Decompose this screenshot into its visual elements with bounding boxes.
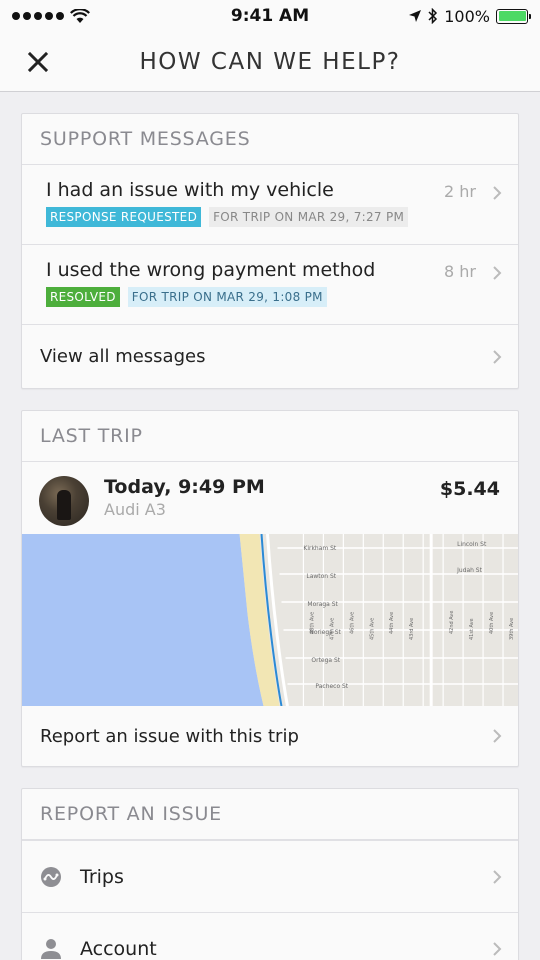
map-avenue-label: 40th Ave [489, 612, 495, 634]
status-badge: RESOLVED [46, 287, 120, 307]
map-avenue-label: 46th Ave [349, 612, 355, 634]
last-trip-card: LAST TRIP Today, 9:49 PM Audi A3 $5.44 K… [21, 410, 519, 767]
person-icon [41, 938, 61, 959]
map-street-label: Lawton St [306, 573, 336, 580]
map-street-label: Ortega St [311, 657, 340, 664]
message-tags: RESOLVED FOR TRIP ON MAR 29, 1:08 PM [46, 287, 500, 307]
status-right: 100% [408, 6, 531, 26]
support-messages-card: SUPPORT MESSAGES I had an issue with my … [21, 113, 519, 389]
trip-route-icon [41, 866, 61, 887]
issue-category-trips[interactable]: Trips [22, 840, 518, 912]
signal-strength-icon [12, 12, 64, 20]
map-street-label: Moraga St [307, 601, 338, 608]
map-avenue-label: 41st Ave [469, 618, 475, 640]
map-street-label: Kirkham St [303, 545, 336, 552]
report-trip-issue-label: Report an issue with this trip [40, 725, 299, 747]
trip-badge: FOR TRIP ON MAR 29, 1:08 PM [127, 287, 327, 307]
message-tags: RESPONSE REQUESTED FOR TRIP ON MAR 29, 7… [46, 207, 500, 227]
message-time: 8 hr [444, 262, 476, 281]
support-messages-header: SUPPORT MESSAGES [22, 114, 518, 165]
avatar [39, 476, 89, 526]
report-issue-card: REPORT AN ISSUE Trips Account [21, 788, 519, 960]
trip-time: Today, 9:49 PM [104, 476, 265, 498]
issue-category-label: Trips [80, 865, 124, 888]
view-all-messages-link[interactable]: View all messages [22, 325, 518, 388]
support-message-item[interactable]: I had an issue with my vehicle 2 hr RESP… [22, 165, 518, 245]
chevron-right-icon [493, 350, 502, 364]
close-icon[interactable] [24, 48, 52, 76]
message-title: I used the wrong payment method [46, 259, 376, 281]
map-avenue-label: 43rd Ave [409, 618, 415, 640]
issue-category-account[interactable]: Account [22, 912, 518, 960]
trip-map[interactable]: Kirkham St Lawton St Moraga St Noriega S… [22, 534, 518, 706]
map-street-label: Lincoln St [457, 541, 487, 548]
status-left [12, 8, 90, 24]
report-trip-issue-link[interactable]: Report an issue with this trip [22, 706, 518, 766]
map-street-label: Pacheco St [315, 683, 348, 690]
trip-vehicle: Audi A3 [104, 500, 166, 519]
page-title: HOW CAN WE HELP? [139, 48, 401, 75]
trip-price: $5.44 [439, 478, 500, 500]
map-street-label: Judah St [456, 567, 482, 574]
chevron-right-icon [493, 870, 502, 884]
map-avenue-label: 44th Ave [389, 612, 395, 634]
location-arrow-icon [409, 10, 422, 22]
support-message-item[interactable]: I used the wrong payment method 8 hr RES… [22, 245, 518, 325]
map-avenue-label: 42nd Ave [449, 611, 455, 634]
message-title: I had an issue with my vehicle [46, 179, 334, 201]
chevron-right-icon [493, 942, 502, 956]
battery-percent: 100% [444, 6, 490, 26]
view-all-label: View all messages [40, 346, 206, 367]
wifi-icon [70, 8, 90, 23]
map-avenue-label: 47th Ave [329, 618, 335, 640]
report-issue-header: REPORT AN ISSUE [22, 789, 518, 840]
map-avenue-label: 45th Ave [369, 618, 375, 640]
trip-badge: FOR TRIP ON MAR 29, 7:27 PM [209, 207, 409, 227]
message-time: 2 hr [444, 182, 476, 201]
last-trip-header: LAST TRIP [22, 411, 518, 462]
chevron-right-icon [493, 729, 502, 743]
chevron-right-icon [493, 186, 502, 200]
status-bar: 9:41 AM 100% [0, 0, 540, 32]
map-avenue-label: 48th Ave [309, 612, 315, 634]
trip-summary[interactable]: Today, 9:49 PM Audi A3 $5.44 [22, 462, 518, 534]
trip-info: Today, 9:49 PM Audi A3 [104, 476, 265, 519]
issue-category-label: Account [80, 937, 157, 960]
map-avenue-label: 39th Ave [509, 618, 515, 640]
battery-icon [496, 8, 531, 24]
header: HOW CAN WE HELP? [0, 32, 540, 92]
chevron-right-icon [493, 266, 502, 280]
bluetooth-icon [428, 8, 438, 24]
status-badge: RESPONSE REQUESTED [46, 207, 202, 227]
main-content: SUPPORT MESSAGES I had an issue with my … [0, 92, 540, 960]
